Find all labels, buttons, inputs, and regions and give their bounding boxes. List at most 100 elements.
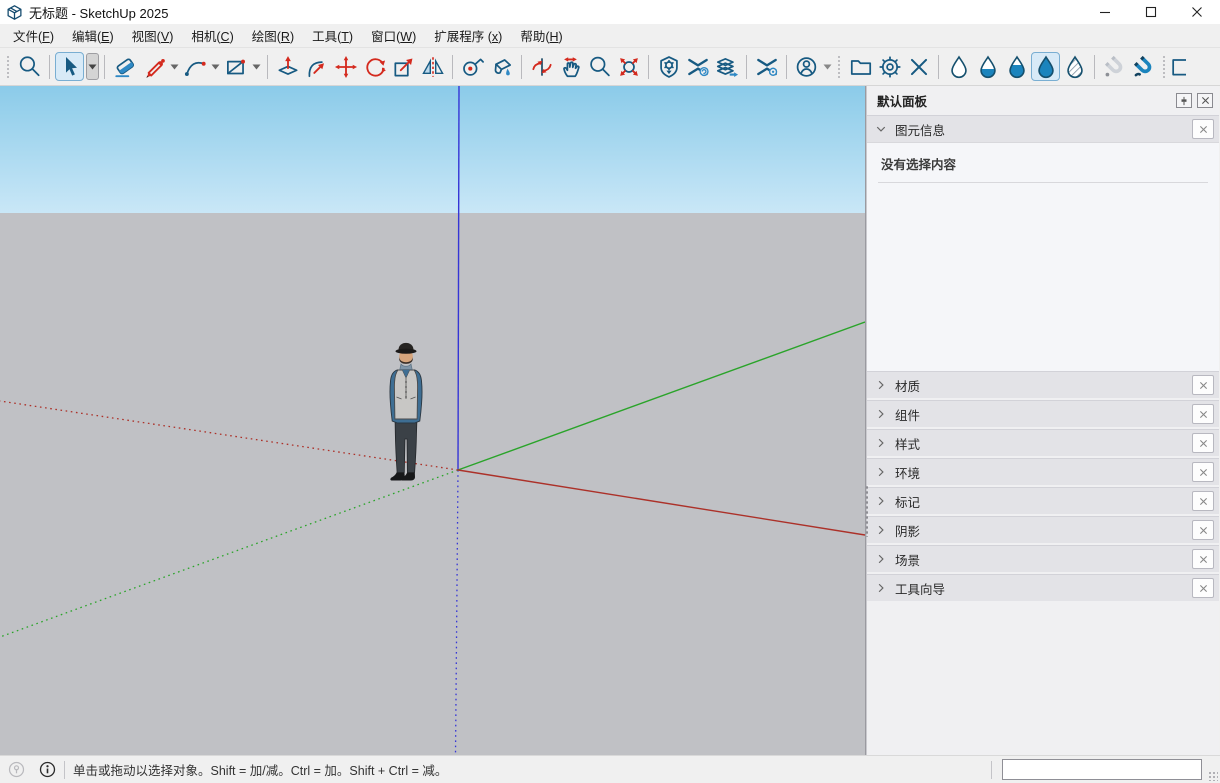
splitter-grip[interactable] (865, 485, 869, 537)
section-close-button[interactable] (1192, 549, 1214, 569)
toolbar-separator (521, 55, 522, 79)
account-dropdown[interactable] (821, 53, 833, 81)
zoom-tool-button[interactable] (585, 52, 614, 81)
section-components[interactable]: 组件 (867, 400, 1219, 427)
tray-close-button[interactable] (1197, 93, 1213, 108)
settings-button[interactable] (875, 52, 904, 81)
section-close-button[interactable] (1192, 578, 1214, 598)
droplet-empty-icon (946, 54, 972, 80)
resize-grip[interactable] (1208, 771, 1218, 781)
zoom-extents-icon (616, 54, 642, 80)
section-label: 场景 (895, 550, 920, 569)
arc-tool-dropdown[interactable] (209, 53, 221, 81)
section-close-button[interactable] (1192, 404, 1214, 424)
extension-manager-icon (754, 54, 780, 80)
paint-bucket-tool-button[interactable] (487, 52, 516, 81)
menu-extensions[interactable]: 扩展程序 (x) (425, 23, 511, 48)
section-environment[interactable]: 环境 (867, 458, 1219, 485)
eraser-tool-button[interactable] (110, 52, 139, 81)
zoom-extents-tool-button[interactable] (614, 52, 643, 81)
menu-camera[interactable]: 相机(C) (182, 23, 242, 48)
section-close-button[interactable] (1192, 375, 1214, 395)
select-tool-button[interactable] (55, 52, 84, 81)
droplet-high-button[interactable] (1002, 52, 1031, 81)
flip-icon (420, 54, 446, 80)
flip-tool-button[interactable] (418, 52, 447, 81)
entity-info-close-button[interactable] (1192, 119, 1214, 139)
tray-pin-button[interactable] (1176, 93, 1192, 108)
3d-viewport[interactable] (0, 86, 865, 755)
folder-button[interactable] (846, 52, 875, 81)
select-tool-dropdown[interactable] (86, 53, 99, 80)
tape-measure-tool-button[interactable] (458, 52, 487, 81)
panel-splitter[interactable] (865, 86, 866, 755)
measurement-input[interactable] (1002, 759, 1202, 780)
menu-view[interactable]: 视图(V) (123, 23, 183, 48)
arc-tool-button[interactable] (180, 52, 209, 81)
section-label: 样式 (895, 434, 920, 453)
droplet-full-button[interactable] (1031, 52, 1060, 81)
rectangle-tool-dropdown[interactable] (250, 53, 262, 81)
section-label: 组件 (895, 405, 920, 424)
close-icon (1199, 526, 1208, 535)
line-tool-dropdown[interactable] (168, 53, 180, 81)
rotate-tool-button[interactable] (360, 52, 389, 81)
menu-window[interactable]: 窗口(W) (362, 23, 425, 48)
section-tags[interactable]: 标记 (867, 487, 1219, 514)
droplet-low-button[interactable] (973, 52, 1002, 81)
geolocation-status-icon[interactable] (8, 761, 25, 778)
clipped-toolbar-button[interactable] (1171, 54, 1186, 80)
menu-edit[interactable]: 编辑(E) (63, 23, 123, 48)
section-instructor[interactable]: 工具向导 (867, 574, 1219, 601)
account-button[interactable] (792, 52, 821, 81)
section-close-button[interactable] (1192, 491, 1214, 511)
person-figure[interactable] (390, 343, 422, 481)
send-to-layout-button[interactable] (712, 52, 741, 81)
scale-tool-button[interactable] (389, 52, 418, 81)
sketchup-logo-icon (6, 4, 23, 21)
extension-manager-button[interactable] (752, 52, 781, 81)
followme-tool-button[interactable] (302, 52, 331, 81)
toolbar-grip[interactable] (6, 55, 11, 79)
3d-warehouse-button[interactable] (683, 52, 712, 81)
extension-warehouse-button[interactable] (654, 52, 683, 81)
axes (0, 86, 865, 755)
section-scenes[interactable]: 场景 (867, 545, 1219, 572)
green-axis-solid (458, 322, 865, 470)
info-status-icon[interactable] (39, 761, 56, 778)
section-styles[interactable]: 样式 (867, 429, 1219, 456)
section-close-button[interactable] (1192, 520, 1214, 540)
toolbar-grip[interactable] (1162, 55, 1167, 79)
rectangle-tool-button[interactable] (221, 52, 250, 81)
close-icon (1199, 468, 1208, 477)
pushpull-tool-button[interactable] (273, 52, 302, 81)
section-materials[interactable]: 材质 (867, 371, 1219, 398)
pan-tool-button[interactable] (556, 52, 585, 81)
tray-header: 默认面板 (867, 86, 1219, 115)
toolbar-separator (786, 55, 787, 79)
section-close-button[interactable] (1192, 462, 1214, 482)
close-tool-button[interactable] (904, 52, 933, 81)
menu-tools[interactable]: 工具(T) (303, 23, 362, 48)
toolbar-separator (104, 55, 105, 79)
close-button[interactable] (1174, 0, 1220, 24)
droplet-hatched-button[interactable] (1060, 52, 1089, 81)
toolbar-grip[interactable] (837, 55, 842, 79)
entity-info-header[interactable]: 图元信息 (867, 115, 1219, 142)
magnet-disabled-button[interactable] (1100, 52, 1129, 81)
minimize-button[interactable] (1082, 0, 1128, 24)
line-tool-button[interactable] (139, 52, 168, 81)
section-shadows[interactable]: 阴影 (867, 516, 1219, 543)
menu-help[interactable]: 帮助(H) (511, 23, 571, 48)
move-tool-button[interactable] (331, 52, 360, 81)
menu-file[interactable]: 文件(F) (4, 23, 63, 48)
orbit-tool-button[interactable] (527, 52, 556, 81)
section-close-button[interactable] (1192, 433, 1214, 453)
toolbar-separator (746, 55, 747, 79)
maximize-button[interactable] (1128, 0, 1174, 24)
menu-draw[interactable]: 绘图(R) (243, 23, 303, 48)
magnet-button[interactable] (1129, 52, 1158, 81)
window-title: 无标题 - SketchUp 2025 (29, 3, 168, 22)
droplet-empty-button[interactable] (944, 52, 973, 81)
search-tool-button[interactable] (15, 52, 44, 81)
